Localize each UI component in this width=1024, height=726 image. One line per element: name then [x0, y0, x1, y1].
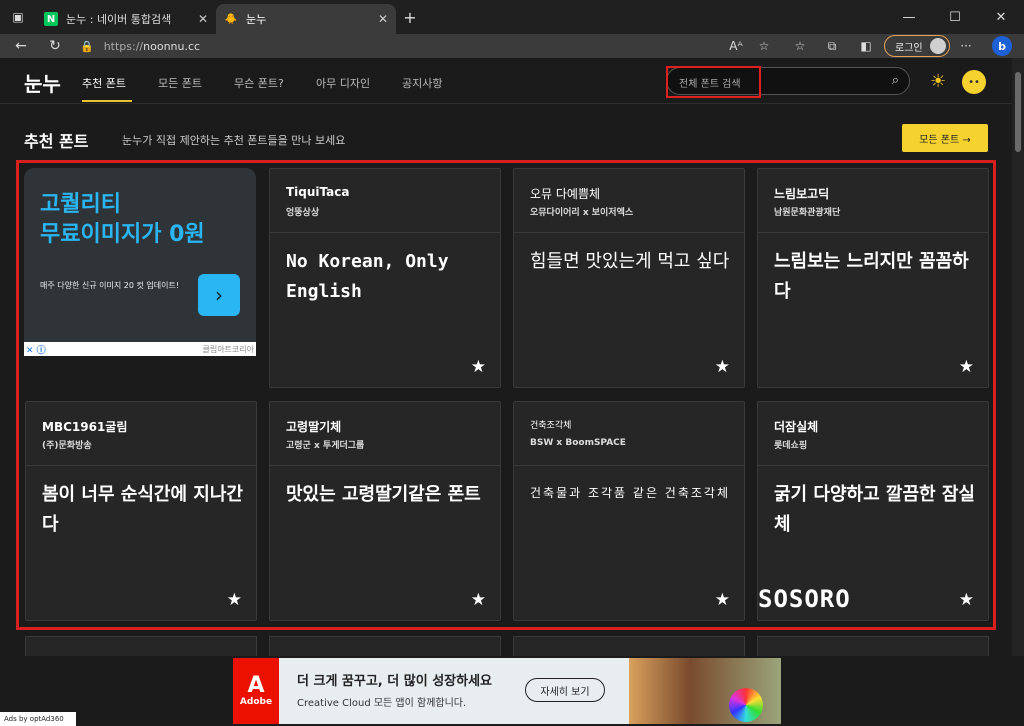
collections-icon[interactable]: ⧉: [822, 36, 842, 56]
naver-favicon-icon: N: [44, 12, 58, 26]
noonnu-favicon-icon: 🐥: [224, 13, 238, 25]
lock-icon: 🔒: [80, 39, 94, 53]
user-avatar[interactable]: ••: [962, 70, 986, 94]
section-title: 추천 폰트: [24, 132, 89, 151]
browser-tabbar: ▣ N 눈누 : 네이버 통합검색 ✕ 🐥 눈누 ✕ + — ☐ ✕: [0, 0, 1024, 34]
close-icon[interactable]: ✕: [198, 12, 208, 26]
tab-actions-icon[interactable]: ▣: [8, 7, 28, 27]
ad-subtext: Creative Cloud 모든 앱이 함께합니다.: [297, 698, 467, 709]
nav-active-indicator: [82, 100, 132, 102]
font-card-peek[interactable]: [757, 636, 989, 656]
minimize-icon[interactable]: —: [886, 0, 932, 34]
adobe-logo: A Adobe: [233, 658, 279, 724]
section-subtitle: 눈누가 직접 제안하는 추천 폰트들을 만나 보세요: [122, 134, 346, 147]
color-wheel-icon: [729, 688, 763, 722]
url-prefix: https://: [103, 39, 144, 53]
profile-avatar: [930, 38, 946, 54]
site-logo[interactable]: 눈누: [24, 68, 61, 97]
nav-what-font[interactable]: 무슨 폰트?: [234, 75, 284, 91]
scrollbar-thumb[interactable]: [1015, 72, 1021, 152]
theme-toggle-icon[interactable]: ☀: [930, 71, 946, 92]
tab-title: 눈누: [246, 13, 267, 26]
url-field[interactable]: 🔒 https:// noonnu.cc: [80, 34, 780, 58]
ad-cta-button[interactable]: 자세히 보기: [525, 678, 605, 702]
address-bar: ← ↻ 🔒 https:// noonnu.cc Aᴬ ☆ ☆ ⧉ ◧ 로그인 …: [0, 34, 1024, 58]
login-button[interactable]: 로그인: [884, 35, 950, 57]
nav-any-design[interactable]: 아무 디자인: [316, 75, 370, 91]
nav-notice[interactable]: 공지사항: [402, 75, 442, 91]
favorite-add-icon[interactable]: ☆: [754, 36, 774, 56]
page-content: 눈누 추천 폰트 모든 폰트 무슨 폰트? 아무 디자인 공지사항 전체 폰트 …: [0, 58, 1012, 656]
more-icon[interactable]: ···: [956, 36, 976, 56]
read-aloud-icon[interactable]: Aᴬ: [726, 36, 746, 56]
adobe-a-icon: A: [247, 673, 265, 698]
tab-naver[interactable]: N 눈누 : 네이버 통합검색 ✕: [36, 4, 216, 34]
back-icon[interactable]: ←: [10, 36, 32, 56]
search-icon[interactable]: ⌕: [892, 73, 899, 88]
nav-recommended[interactable]: 추천 폰트: [82, 75, 126, 91]
url-host: noonnu.cc: [143, 39, 201, 53]
login-label: 로그인: [895, 42, 923, 54]
nav-all-fonts[interactable]: 모든 폰트: [158, 75, 202, 91]
window-close-icon[interactable]: ✕: [978, 0, 1024, 34]
font-card-peek[interactable]: [25, 636, 257, 656]
refresh-icon[interactable]: ↻: [44, 36, 66, 56]
extension-icon[interactable]: ◧: [856, 36, 876, 56]
tab-title: 눈누 : 네이버 통합검색: [66, 13, 172, 26]
bing-icon[interactable]: b: [992, 36, 1012, 56]
font-card-peek[interactable]: [269, 636, 501, 656]
maximize-icon[interactable]: ☐: [932, 0, 978, 34]
close-icon[interactable]: ✕: [378, 12, 388, 26]
adobe-brand: Adobe: [239, 697, 273, 707]
site-header: 눈누 추천 폰트 모든 폰트 무슨 폰트? 아무 디자인 공지사항 전체 폰트 …: [0, 58, 1012, 104]
page-scrollbar[interactable]: [1012, 58, 1024, 656]
bottom-ad-bar: A Adobe 더 크게 꿈꾸고, 더 많이 성장하세요 Creative Cl…: [0, 656, 1024, 726]
favorites-icon[interactable]: ☆: [790, 36, 810, 56]
bottom-ad[interactable]: A Adobe 더 크게 꿈꾸고, 더 많이 성장하세요 Creative Cl…: [233, 658, 781, 724]
all-fonts-button[interactable]: 모든 폰트 →: [902, 124, 988, 152]
ads-by-label[interactable]: Ads by optAd360: [0, 712, 76, 726]
ad-headline: 더 크게 꿈꾸고, 더 많이 성장하세요: [297, 674, 493, 689]
grid-highlight-box: [16, 160, 996, 630]
font-card-peek[interactable]: [513, 636, 745, 656]
tab-noonnu[interactable]: 🐥 눈누 ✕: [216, 4, 396, 34]
search-highlight-box: [666, 66, 761, 98]
new-tab-button[interactable]: +: [400, 7, 420, 27]
